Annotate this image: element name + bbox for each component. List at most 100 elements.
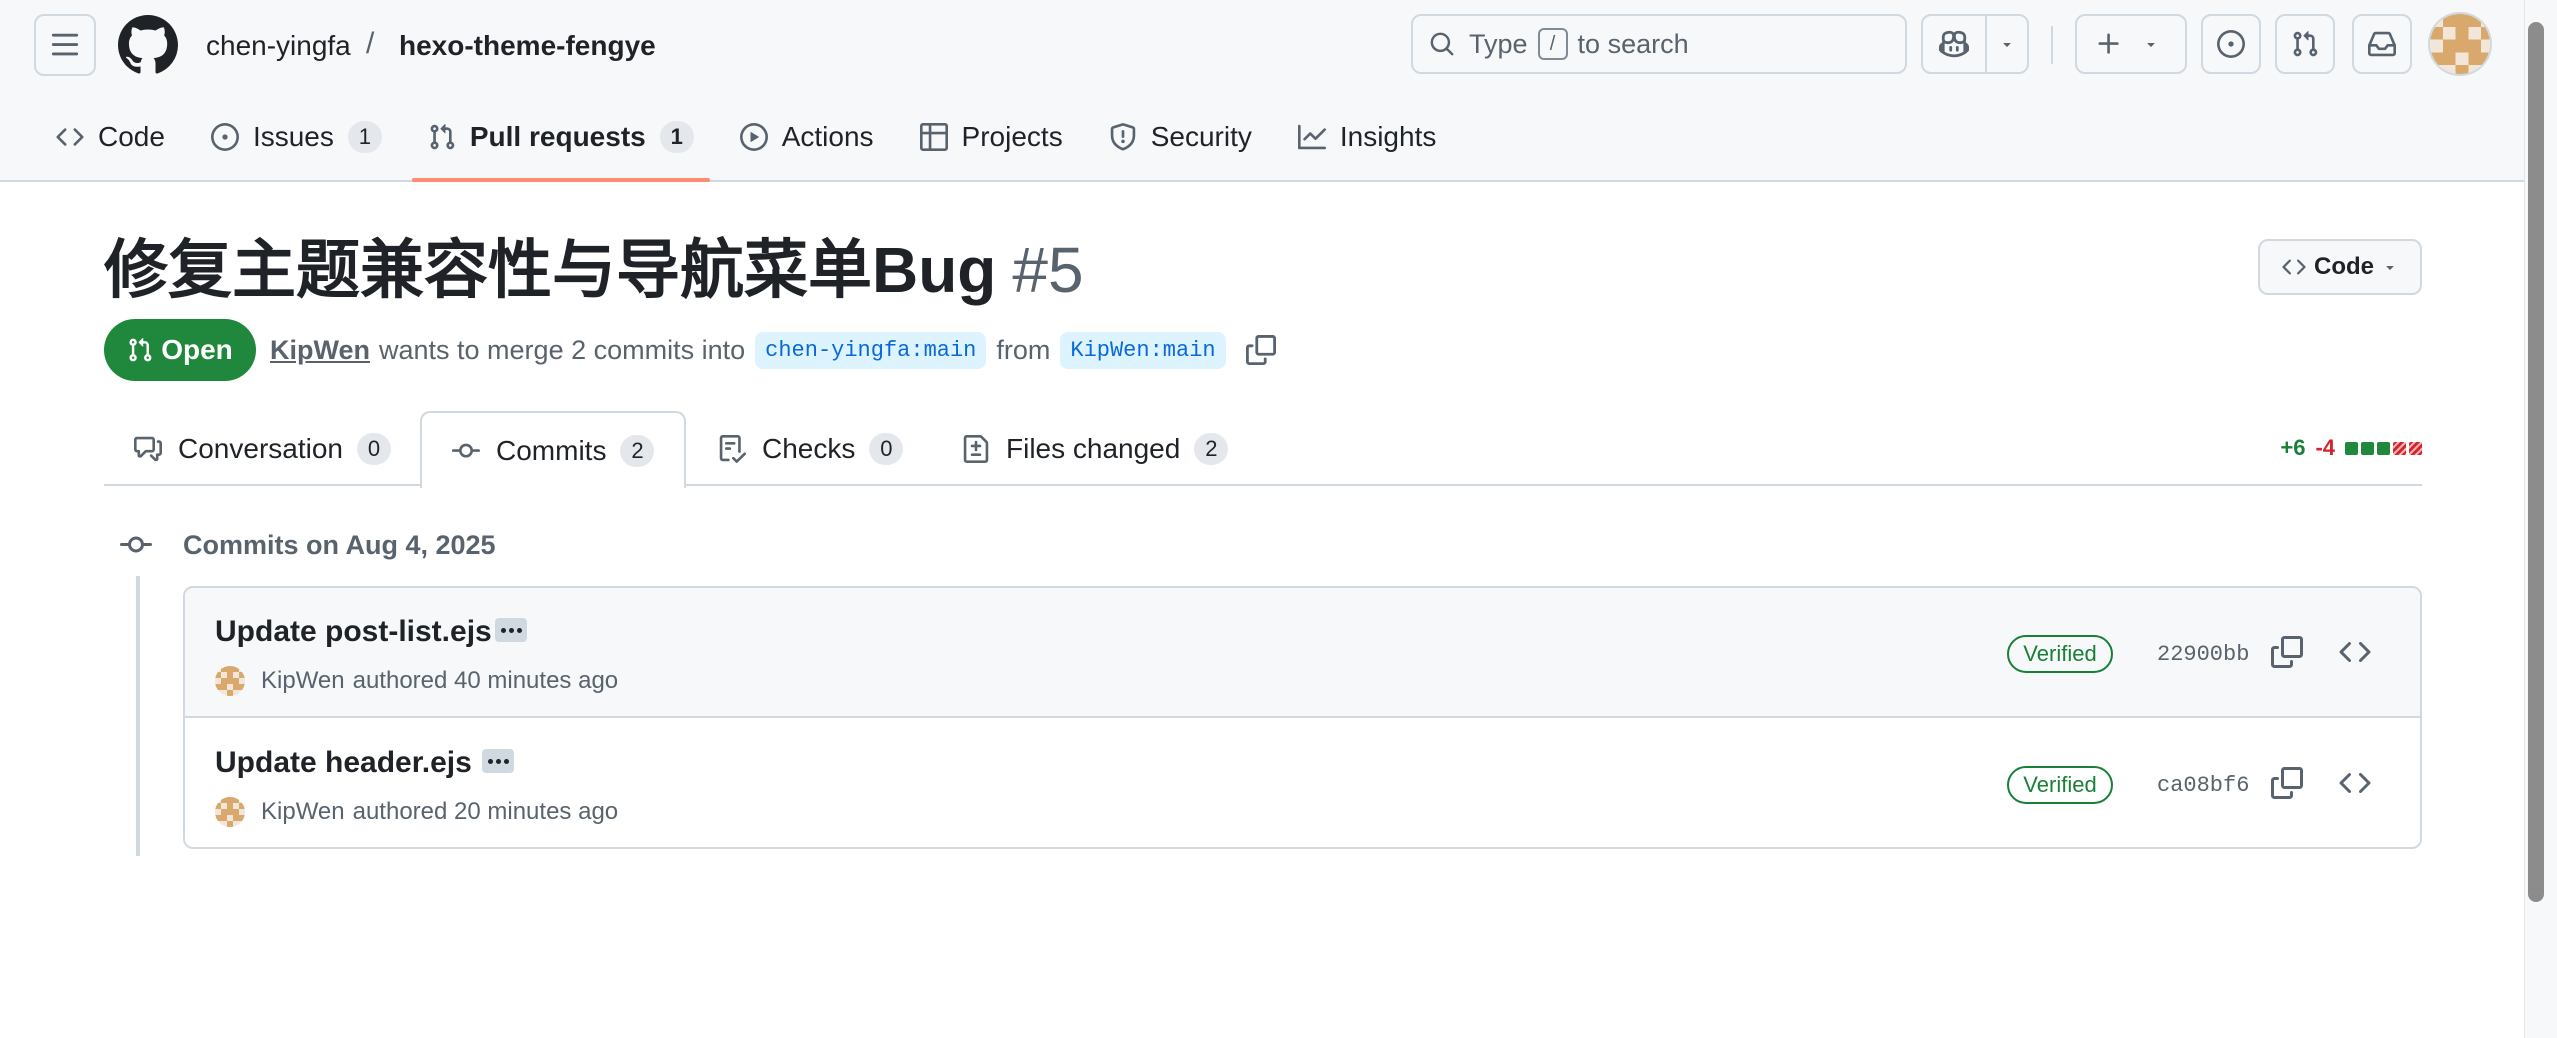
pr-number: #5 bbox=[1012, 234, 1084, 306]
commit-message-link[interactable]: Update post-list.ejs bbox=[215, 612, 492, 652]
commit-author-link[interactable]: KipWen bbox=[261, 667, 345, 695]
tab-checks[interactable]: Checks 0 bbox=[718, 411, 904, 486]
copilot-dropdown-button[interactable] bbox=[1985, 16, 2027, 72]
commit-authored-time: authored 20 minutes ago bbox=[352, 798, 619, 825]
repo-nav-actions-label: Actions bbox=[781, 121, 874, 152]
graph-icon bbox=[1297, 123, 1326, 151]
commit-author-link[interactable]: KipWen bbox=[261, 798, 345, 826]
diffstat-block-added bbox=[2345, 441, 2358, 455]
code-icon bbox=[2282, 255, 2306, 279]
your-issues-button[interactable] bbox=[2201, 14, 2261, 74]
avatar[interactable] bbox=[215, 797, 245, 827]
diffstat-deletions: -4 bbox=[2315, 435, 2335, 460]
file-diff-icon bbox=[962, 434, 990, 463]
repo-nav-issues[interactable]: Issues 1 bbox=[195, 108, 398, 166]
breadcrumb-owner-link[interactable]: chen-yingfa bbox=[206, 26, 351, 66]
expand-commit-body-button[interactable] bbox=[495, 618, 527, 642]
commit-sha-link[interactable]: 22900bb bbox=[2157, 640, 2249, 670]
commit-sha-link[interactable]: ca08bf6 bbox=[2157, 771, 2249, 801]
diffstat-blocks bbox=[2345, 441, 2422, 455]
pr-merge-summary: KipWen wants to merge 2 commits into che… bbox=[270, 327, 1276, 373]
git-commit-icon bbox=[452, 437, 480, 465]
verified-badge[interactable]: Verified bbox=[2007, 635, 2113, 673]
breadcrumb-repo-link[interactable]: hexo-theme-fengye bbox=[399, 26, 656, 66]
repo-nav-code[interactable]: Code bbox=[40, 108, 181, 166]
commit-meta: KipWen authored 20 minutes ago bbox=[215, 795, 618, 829]
head-branch-link[interactable]: KipWen:main bbox=[1060, 331, 1226, 369]
commit-authored-time: authored 40 minutes ago bbox=[352, 667, 619, 694]
user-avatar[interactable] bbox=[2428, 12, 2492, 76]
copy-branch-icon[interactable] bbox=[1245, 335, 1276, 365]
repo-nav-projects[interactable]: Projects bbox=[904, 108, 1079, 166]
github-logo-icon[interactable] bbox=[118, 15, 178, 75]
repo-nav-code-label: Code bbox=[98, 121, 165, 152]
tab-files-changed-count: 2 bbox=[1194, 432, 1229, 465]
your-pull-requests-button[interactable] bbox=[2275, 14, 2335, 74]
avatar[interactable] bbox=[215, 666, 245, 696]
diffstat-block-deleted bbox=[2393, 441, 2406, 455]
browse-code-icon[interactable] bbox=[2339, 636, 2371, 668]
repo-nav-issues-label: Issues bbox=[252, 121, 334, 152]
tab-checks-label: Checks bbox=[762, 432, 856, 464]
code-icon bbox=[56, 123, 84, 151]
repo-nav-actions[interactable]: Actions bbox=[724, 108, 890, 166]
browse-code-icon[interactable] bbox=[2339, 767, 2371, 799]
plus-icon bbox=[2095, 30, 2123, 58]
pr-title-text: 修复主题兼容性与导航菜单Bug bbox=[104, 234, 997, 306]
repo-nav-projects-label: Projects bbox=[961, 121, 1063, 152]
repo-nav-pull-requests[interactable]: Pull requests 1 bbox=[411, 108, 710, 182]
copy-sha-icon[interactable] bbox=[2271, 636, 2303, 668]
search-icon bbox=[1429, 31, 1455, 57]
tab-commits[interactable]: Commits 2 bbox=[420, 411, 687, 488]
tab-commits-label: Commits bbox=[496, 434, 607, 466]
tab-conversation[interactable]: Conversation 0 bbox=[134, 411, 391, 486]
diffstat-block-added bbox=[2361, 441, 2374, 455]
table-icon bbox=[919, 123, 948, 151]
copy-sha-icon[interactable] bbox=[2271, 767, 2303, 799]
diffstat-additions: +6 bbox=[2280, 435, 2306, 460]
diffstat-block-deleted bbox=[2409, 441, 2422, 455]
pr-state-badge: Open bbox=[104, 319, 256, 381]
inbox-icon bbox=[2368, 30, 2396, 58]
search-shortcut-key: / bbox=[1537, 28, 1568, 60]
verified-badge[interactable]: Verified bbox=[2007, 766, 2113, 804]
triangle-down-icon bbox=[1999, 36, 2015, 52]
copilot-button[interactable] bbox=[1923, 16, 1985, 72]
checklist-icon bbox=[718, 434, 746, 463]
triangle-down-icon bbox=[2143, 36, 2159, 52]
expand-commit-body-button[interactable] bbox=[482, 749, 514, 773]
tab-conversation-count: 0 bbox=[356, 432, 391, 465]
header-divider bbox=[2051, 26, 2053, 64]
repo-nav-security[interactable]: Security bbox=[1093, 108, 1268, 166]
pr-author-link[interactable]: KipWen bbox=[270, 335, 370, 366]
repo-nav: Code Issues 1 Pull requests 1 Actions Pr… bbox=[40, 108, 1466, 182]
git-commit-icon bbox=[120, 529, 152, 561]
commit-message-link[interactable]: Update header.ejs bbox=[215, 743, 472, 783]
tab-files-changed[interactable]: Files changed 2 bbox=[962, 411, 1229, 486]
code-dropdown-label: Code bbox=[2314, 253, 2374, 280]
search-input[interactable]: Type / to search bbox=[1411, 14, 1907, 74]
open-menu-button[interactable] bbox=[34, 14, 96, 76]
git-pull-request-icon bbox=[2291, 30, 2319, 58]
tab-checks-count: 0 bbox=[869, 432, 904, 465]
app-header: chen-yingfa / hexo-theme-fengye Type / t… bbox=[0, 0, 2524, 182]
from-text: from bbox=[996, 334, 1051, 365]
code-dropdown-button[interactable]: Code bbox=[2258, 239, 2422, 295]
notifications-button[interactable] bbox=[2352, 14, 2412, 74]
repo-nav-insights-label: Insights bbox=[1339, 121, 1437, 152]
issue-opened-icon bbox=[210, 123, 239, 151]
create-new-button[interactable] bbox=[2075, 14, 2187, 74]
commit-meta: KipWen authored 40 minutes ago bbox=[215, 664, 618, 698]
diffstat-block-added bbox=[2377, 441, 2390, 455]
comment-discussion-icon bbox=[134, 435, 162, 463]
play-icon bbox=[739, 123, 768, 151]
triangle-down-icon bbox=[2382, 259, 2398, 275]
commit-row: Update post-list.ejs KipWen authored 40 … bbox=[185, 588, 2420, 718]
page-scrollbar-thumb[interactable] bbox=[2528, 22, 2544, 902]
search-placeholder-suffix: to search bbox=[1577, 28, 1689, 59]
commits-day-heading: Commits on Aug 4, 2025 bbox=[183, 530, 496, 560]
base-branch-link[interactable]: chen-yingfa:main bbox=[755, 331, 987, 369]
repo-nav-security-label: Security bbox=[1150, 121, 1252, 152]
pr-state-label: Open bbox=[161, 334, 233, 365]
repo-nav-insights[interactable]: Insights bbox=[1282, 108, 1453, 166]
